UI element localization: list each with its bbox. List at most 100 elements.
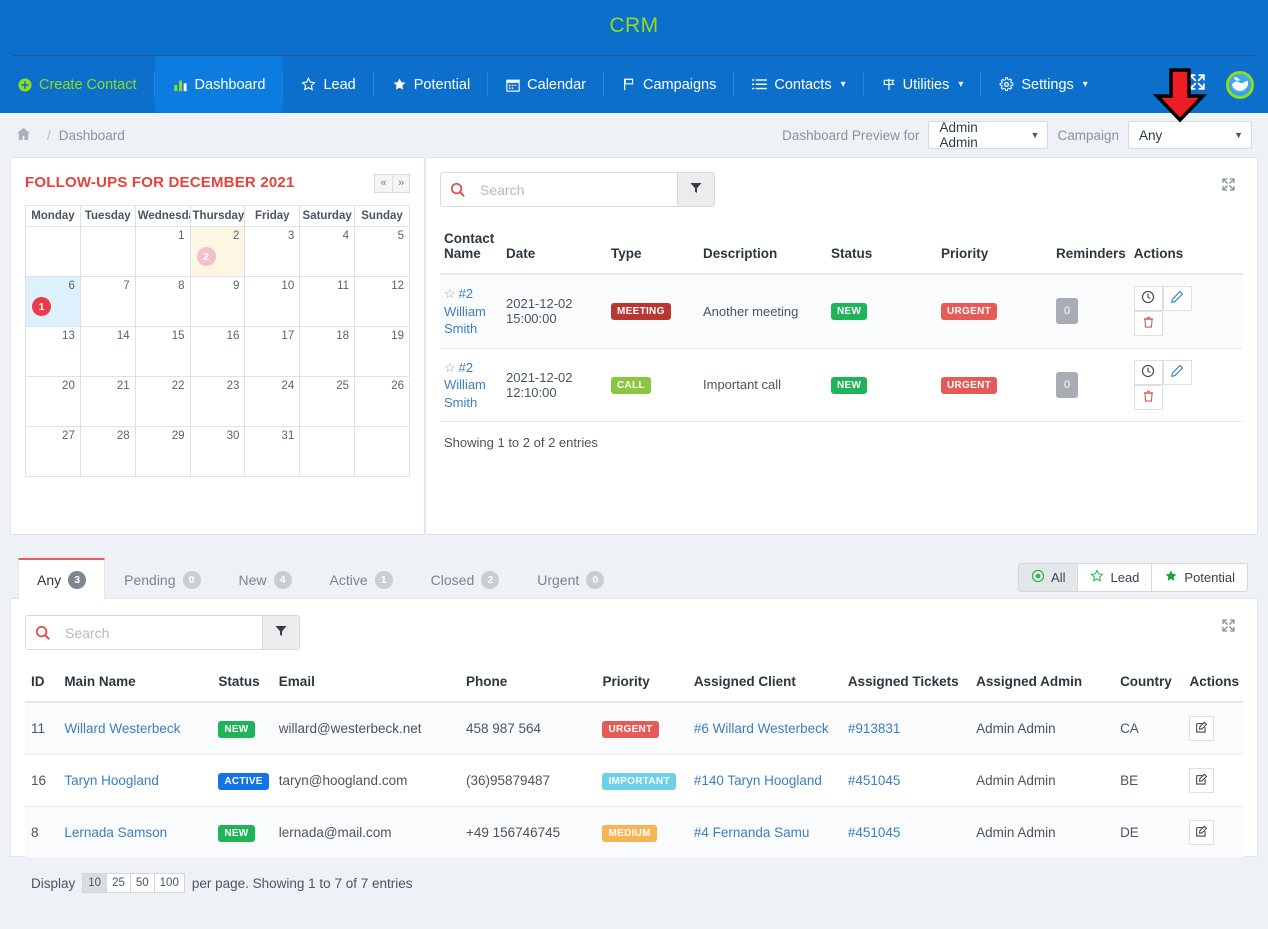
contacts-filter-button[interactable] — [262, 615, 300, 650]
nav-item-campaigns[interactable]: Campaigns — [604, 56, 734, 113]
contacts-tab-any[interactable]: Any3 — [18, 558, 105, 599]
calendar-day-event-badge[interactable]: 2 — [197, 247, 216, 266]
nav-item-calendar[interactable]: Calendar — [488, 56, 604, 113]
followups-column-header[interactable]: Type — [607, 225, 699, 274]
followup-edit-button[interactable] — [1163, 360, 1192, 385]
contact-name-link[interactable]: Willard Westerbeck — [64, 721, 180, 736]
contact-edit-button[interactable] — [1189, 820, 1214, 845]
contacts-column-header[interactable]: Assigned Tickets — [842, 666, 970, 702]
calendar-day-cell[interactable]: 31 — [245, 427, 300, 477]
followup-snooze-button[interactable] — [1134, 360, 1163, 385]
followup-contact-link[interactable]: ☆#2William Smith — [444, 285, 498, 338]
calendar-day-cell[interactable]: 7 — [80, 277, 135, 327]
contact-edit-button[interactable] — [1189, 716, 1214, 741]
calendar-next-button[interactable]: » — [392, 174, 410, 193]
contact-edit-button[interactable] — [1189, 768, 1214, 793]
calendar-day-cell[interactable]: 5 — [355, 227, 410, 277]
calendar-day-cell[interactable]: 20 — [26, 377, 81, 427]
assigned-client-link[interactable]: #6 Willard Westerbeck — [694, 721, 829, 736]
contacts-filter-lead[interactable]: Lead — [1078, 563, 1152, 592]
followups-column-header[interactable]: Priority — [937, 225, 1052, 274]
page-size-option-50[interactable]: 50 — [131, 873, 155, 893]
calendar-day-cell[interactable]: 14 — [80, 327, 135, 377]
calendar-day-cell[interactable]: 21 — [80, 377, 135, 427]
calendar-day-cell[interactable]: 25 — [300, 377, 355, 427]
followups-column-header[interactable]: Reminders — [1052, 225, 1130, 274]
nav-item-lead[interactable]: Lead — [283, 56, 373, 113]
contacts-column-header[interactable]: Priority — [596, 666, 687, 702]
calendar-day-cell[interactable]: 16 — [190, 327, 245, 377]
contacts-column-header[interactable]: Assigned Admin — [970, 666, 1114, 702]
followups-column-header[interactable]: Contact Name — [440, 225, 502, 274]
calendar-day-cell[interactable]: 8 — [135, 277, 190, 327]
calendar-day-cell[interactable]: 11 — [300, 277, 355, 327]
contacts-tab-active[interactable]: Active1 — [311, 559, 412, 599]
calendar-day-cell[interactable]: 30 — [190, 427, 245, 477]
nav-item-dashboard[interactable]: Dashboard — [155, 56, 284, 113]
calendar-day-cell[interactable]: 10 — [245, 277, 300, 327]
calendar-day-cell[interactable]: 22 — [190, 227, 245, 277]
nav-item-settings[interactable]: Settings ▾ — [981, 56, 1105, 113]
followup-snooze-button[interactable] — [1134, 286, 1163, 311]
contacts-tab-closed[interactable]: Closed2 — [412, 559, 519, 599]
calendar-day-cell[interactable]: 18 — [300, 327, 355, 377]
nav-item-utilities[interactable]: Utilities ▾ — [864, 56, 982, 113]
calendar-day-cell[interactable]: 17 — [245, 327, 300, 377]
calendar-day-cell[interactable]: 12 — [355, 277, 410, 327]
assigned-client-link[interactable]: #4 Fernanda Samu — [694, 825, 810, 840]
followups-column-header[interactable]: Actions — [1130, 225, 1243, 274]
nav-item-contacts[interactable]: Contacts ▾ — [734, 56, 863, 113]
assigned-ticket-link[interactable]: #451045 — [848, 773, 901, 788]
page-size-option-10[interactable]: 10 — [82, 873, 107, 893]
calendar-day-cell[interactable]: 26 — [355, 377, 410, 427]
star-outline-icon[interactable]: ☆ — [444, 360, 456, 375]
followups-column-header[interactable]: Date — [502, 225, 607, 274]
calendar-day-cell[interactable]: 4 — [300, 227, 355, 277]
campaign-select[interactable]: Any ▼ — [1128, 121, 1252, 149]
calendar-day-event-badge[interactable]: 1 — [32, 297, 51, 316]
contacts-column-header[interactable]: Main Name — [58, 666, 212, 702]
page-size-option-100[interactable]: 100 — [155, 873, 185, 893]
star-outline-icon[interactable]: ☆ — [444, 286, 456, 301]
calendar-day-cell[interactable]: 28 — [80, 427, 135, 477]
contacts-column-header[interactable]: Phone — [460, 666, 597, 702]
calendar-day-cell[interactable]: 3 — [245, 227, 300, 277]
calendar-day-cell[interactable]: 23 — [190, 377, 245, 427]
calendar-day-cell[interactable]: 27 — [26, 427, 81, 477]
contacts-search-input[interactable] — [59, 615, 262, 650]
assigned-ticket-link[interactable]: #451045 — [848, 825, 901, 840]
reminders-count-badge[interactable]: 0 — [1056, 298, 1078, 324]
calendar-day-cell[interactable]: 15 — [135, 327, 190, 377]
assigned-client-link[interactable]: #140 Taryn Hoogland — [694, 773, 822, 788]
followups-expand-button[interactable] — [1215, 174, 1241, 200]
reminders-count-badge[interactable]: 0 — [1056, 372, 1078, 398]
page-size-option-25[interactable]: 25 — [107, 873, 131, 893]
contacts-column-header[interactable]: Email — [273, 666, 460, 702]
contacts-filter-potential[interactable]: Potential — [1152, 563, 1248, 592]
followups-filter-button[interactable] — [677, 172, 715, 207]
contacts-column-header[interactable]: Actions — [1183, 666, 1243, 702]
home-icon[interactable] — [16, 127, 31, 144]
followups-column-header[interactable]: Description — [699, 225, 827, 274]
followups-column-header[interactable]: Status — [827, 225, 937, 274]
calendar-day-cell[interactable]: 19 — [355, 327, 410, 377]
dashboard-preview-user-select[interactable]: Admin Admin ▼ — [928, 121, 1048, 149]
contacts-tab-new[interactable]: New4 — [220, 559, 311, 599]
nav-item-potential[interactable]: Potential — [374, 56, 488, 113]
calendar-day-cell[interactable]: 61 — [26, 277, 81, 327]
contacts-column-header[interactable]: Country — [1114, 666, 1183, 702]
followup-delete-button[interactable] — [1134, 311, 1163, 336]
calendar-day-cell[interactable]: 13 — [26, 327, 81, 377]
calendar-day-cell[interactable]: 9 — [190, 277, 245, 327]
followup-edit-button[interactable] — [1163, 286, 1192, 311]
contacts-expand-button[interactable] — [1215, 615, 1241, 641]
nav-item-create-contact[interactable]: Create Contact — [0, 56, 155, 113]
assigned-ticket-link[interactable]: #913831 — [848, 721, 901, 736]
calendar-prev-button[interactable]: « — [374, 174, 392, 193]
contact-name-link[interactable]: Lernada Samson — [64, 825, 167, 840]
calendar-day-cell[interactable]: 1 — [135, 227, 190, 277]
contacts-tab-urgent[interactable]: Urgent0 — [518, 559, 623, 599]
avatar[interactable] — [1226, 71, 1254, 99]
contacts-tab-pending[interactable]: Pending0 — [105, 559, 219, 599]
contact-name-link[interactable]: Taryn Hoogland — [64, 773, 159, 788]
